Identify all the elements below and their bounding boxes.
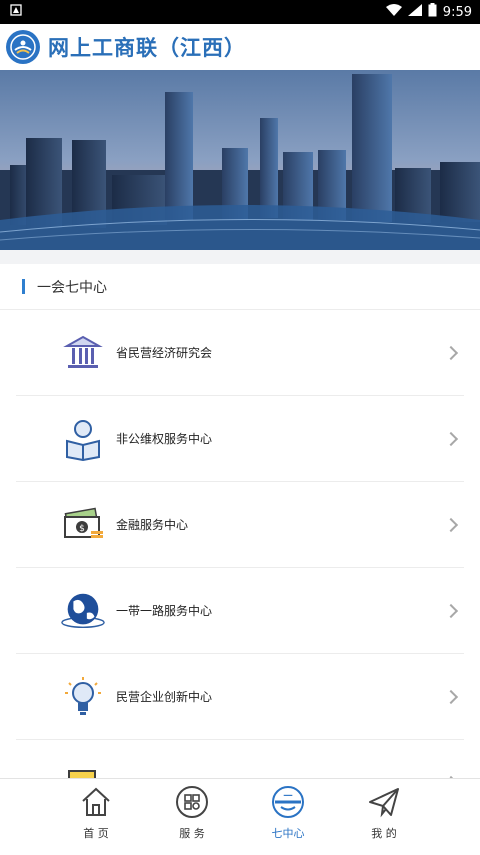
notification-icon (10, 4, 22, 20)
list-item-rights-center[interactable]: 非公维权服务中心 (16, 396, 464, 482)
svg-text:一: 一 (283, 792, 292, 802)
status-time: 9:59 (442, 4, 472, 20)
item-label: 金融服务中心 (116, 518, 189, 532)
chevron-right-icon (443, 689, 459, 704)
item-label: 省民营经济研究会 (116, 346, 213, 360)
list-item-innovation-center[interactable]: 民营企业创新中心 (16, 654, 464, 740)
svg-text:$: $ (79, 524, 85, 534)
tab-centers[interactable]: 一 七中心 (240, 779, 336, 855)
app-title: 网上工商联（江西） (48, 35, 246, 60)
tab-home[interactable]: 首 页 (48, 779, 144, 855)
institution-icon (60, 330, 106, 376)
item-label: 非公维权服务中心 (116, 432, 213, 446)
money-icon: $ (60, 502, 106, 548)
status-bar: 9:59 (0, 0, 480, 24)
section-accent-bar (22, 279, 25, 294)
chevron-right-icon (443, 431, 459, 446)
services-grid-icon (175, 785, 209, 823)
item-label: 一带一路服务中心 (116, 604, 213, 618)
tab-services[interactable]: 服 务 (144, 779, 240, 855)
signal-icon (407, 4, 422, 20)
item-label: 民营企业创新中心 (116, 690, 213, 704)
battery-icon (428, 3, 437, 21)
section-title: 一会七中心 (37, 279, 107, 296)
bottom-tab-bar: 首 页 服 务 一 七中心 我 的 (0, 778, 480, 855)
section-header: 一会七中心 (0, 264, 480, 310)
banner-image[interactable] (0, 70, 480, 250)
tab-label: 服 务 (179, 827, 205, 840)
home-icon (79, 785, 113, 823)
tab-label: 我 的 (371, 827, 397, 840)
list-item-belt-road-center[interactable]: 一带一路服务中心 (16, 568, 464, 654)
lightbulb-icon (60, 674, 106, 720)
centers-section: 一会七中心 省民营经济研究会 非公维权服务中心 $ 金融服务中心 一带一路服务中… (0, 264, 480, 786)
globe-icon (60, 588, 106, 634)
app-header: 网上工商联（江西） (0, 24, 480, 70)
list-item-research-society[interactable]: 省民营经济研究会 (16, 310, 464, 396)
person-reading-icon (60, 416, 106, 462)
tab-mine[interactable]: 我 的 (336, 779, 432, 855)
chevron-right-icon (443, 517, 459, 532)
chevron-right-icon (443, 345, 459, 360)
list-item-finance-center[interactable]: $ 金融服务中心 (16, 482, 464, 568)
tab-label: 首 页 (83, 827, 109, 840)
chevron-right-icon (443, 603, 459, 618)
paper-plane-icon (367, 785, 401, 823)
wifi-icon (385, 4, 402, 20)
logo-icon (6, 30, 40, 64)
center-badge-icon: 一 (271, 785, 305, 823)
tab-label: 七中心 (271, 827, 305, 840)
